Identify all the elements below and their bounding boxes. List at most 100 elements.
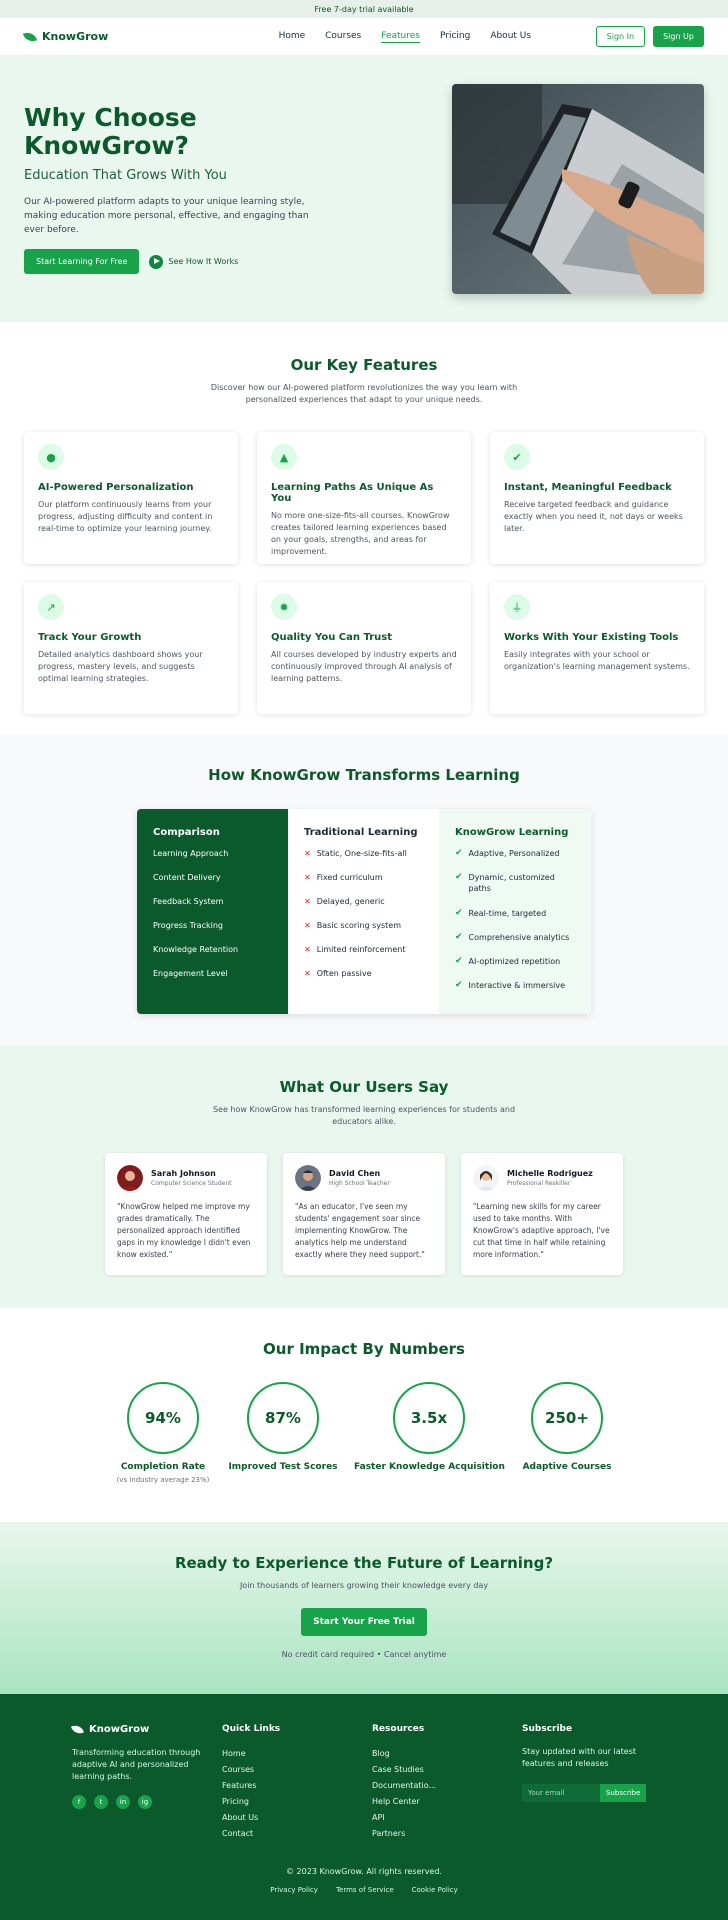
facebook-icon[interactable]: f <box>72 1795 86 1809</box>
knowgrow-cell: Dynamic, customized paths <box>468 873 555 893</box>
brand-logo[interactable]: KnowGrow <box>22 30 174 43</box>
email-input[interactable] <box>522 1784 600 1802</box>
cta-section: Ready to Experience the Future of Learni… <box>0 1522 728 1694</box>
testimonial-card: Michelle Rodriguez Professional Reskille… <box>461 1153 623 1275</box>
brain-icon: ● <box>38 444 64 470</box>
feature-text: Receive targeted feedback and guidance e… <box>504 500 683 533</box>
knowgrow-cell: Adaptive, Personalized <box>468 849 560 858</box>
check-circle-icon: ✔ <box>504 444 530 470</box>
footer-brand-name: KnowGrow <box>89 1724 150 1735</box>
start-learning-button[interactable]: Start Learning For Free <box>24 249 140 274</box>
avatar <box>295 1165 321 1191</box>
hero-title: Why Choose KnowGrow? <box>24 103 197 160</box>
stat-test-scores: 87% Improved Test Scores <box>222 1382 344 1472</box>
stat-label: Adaptive Courses <box>522 1462 612 1472</box>
footer-link-contact[interactable]: Contact <box>222 1826 280 1842</box>
feature-title: Works With Your Existing Tools <box>504 632 679 643</box>
leaf-icon <box>22 30 38 43</box>
footer-subscribe: Subscribe Stay updated with our latest f… <box>522 1724 662 1802</box>
badge-icon: ✹ <box>271 594 297 620</box>
cta-subtitle: Join thousands of learners growing their… <box>239 1581 489 1590</box>
stat-knowledge: 3.5x Faster Knowledge Acquisition <box>354 1382 505 1472</box>
sign-up-button[interactable]: Sign Up <box>653 26 704 47</box>
table-row-label: Knowledge Retention <box>153 945 239 954</box>
privacy-policy-link[interactable]: Privacy Policy <box>270 1886 318 1894</box>
leaf-icon <box>71 1723 84 1736</box>
footer-link-courses[interactable]: Courses <box>222 1762 280 1778</box>
feature-text: Easily integrates with your school or or… <box>504 650 690 671</box>
avatar <box>473 1165 499 1191</box>
traditional-cell: Limited reinforcement <box>316 945 406 954</box>
stat-label: Faster Knowledge Acquisition <box>354 1462 505 1472</box>
traditional-cell: Basic scoring system <box>316 921 402 930</box>
feature-card: ⏚ Works With Your Existing Tools Easily … <box>490 582 704 714</box>
feature-title: Track Your Growth <box>38 632 142 643</box>
feature-title: Instant, Meaningful Feedback <box>504 482 672 493</box>
comparison-table: Comparison Learning Approach Content Del… <box>137 809 591 1014</box>
impact-title: Our Impact By Numbers <box>263 1340 465 1358</box>
feature-text: Our platform continuously learns from yo… <box>38 500 213 533</box>
hero-description: Our AI-powered platform adapts to your u… <box>24 197 309 235</box>
twitter-icon[interactable]: t <box>94 1795 108 1809</box>
testimonial-role: Professional Reskiller <box>507 1180 571 1187</box>
linkedin-icon[interactable]: in <box>116 1795 130 1809</box>
footer-link-blog[interactable]: Blog <box>372 1746 436 1762</box>
stat-value: 87% <box>247 1382 319 1454</box>
subscribe-button[interactable]: Subscribe <box>600 1784 647 1802</box>
testimonial-name: Sarah Johnson <box>151 1169 216 1178</box>
terms-of-service-link[interactable]: Terms of Service <box>336 1886 394 1894</box>
footer-link-features[interactable]: Features <box>222 1778 280 1794</box>
footer-link-partners[interactable]: Partners <box>372 1826 436 1842</box>
nav-link-pricing[interactable]: Pricing <box>440 31 470 43</box>
traditional-cell: Static, One-size-fits-all <box>316 849 407 858</box>
feature-text: All courses developed by industry expert… <box>271 650 457 683</box>
testimonial-role: Computer Science Student <box>151 1180 232 1187</box>
cta-title: Ready to Experience the Future of Learni… <box>174 1554 554 1572</box>
feature-text: Detailed analytics dashboard shows your … <box>38 650 203 683</box>
stat-value: 3.5x <box>393 1382 465 1454</box>
feature-card: ↗ Track Your Growth Detailed analytics d… <box>24 582 238 714</box>
footer-link-home[interactable]: Home <box>222 1746 280 1762</box>
nav-link-home[interactable]: Home <box>279 31 306 43</box>
road-icon: ▲ <box>271 444 297 470</box>
stat-label: Completion Rate <box>120 1462 206 1472</box>
stat-courses: 250+ Adaptive Courses <box>512 1382 622 1472</box>
footer-link-documentation[interactable]: Documentatio... <box>372 1778 436 1794</box>
feature-card: ✹ Quality You Can Trust All courses deve… <box>257 582 471 714</box>
x-icon: ✕ <box>304 873 311 882</box>
nav-link-courses[interactable]: Courses <box>325 31 361 43</box>
nav-link-features[interactable]: Features <box>381 31 420 43</box>
start-free-trial-button[interactable]: Start Your Free Trial <box>301 1608 427 1636</box>
footer-link-help-center[interactable]: Help Center <box>372 1794 436 1810</box>
plug-icon: ⏚ <box>504 594 530 620</box>
see-how-it-works-link[interactable]: See How It Works <box>149 254 238 269</box>
footer-link-api[interactable]: API <box>372 1810 436 1826</box>
nav-links: Home Courses Features Pricing About Us <box>214 31 596 43</box>
footer-logo[interactable]: KnowGrow <box>71 1723 212 1736</box>
cookie-policy-link[interactable]: Cookie Policy <box>412 1886 458 1894</box>
footer-link-pricing[interactable]: Pricing <box>222 1794 280 1810</box>
x-icon: ✕ <box>304 945 311 954</box>
nav-link-about[interactable]: About Us <box>490 31 531 43</box>
sign-in-button[interactable]: Sign In <box>595 26 646 47</box>
feature-text: No more one-size-fits-all courses. KnowG… <box>271 511 450 556</box>
check-icon: ✔ <box>455 956 463 966</box>
instagram-icon[interactable]: ig <box>138 1795 152 1809</box>
check-icon: ✔ <box>455 872 463 882</box>
footer-resources: Resources Blog Case Studies Documentatio… <box>372 1724 436 1842</box>
footer-link-about[interactable]: About Us <box>222 1810 280 1826</box>
traditional-cell: Delayed, generic <box>316 897 385 906</box>
footer-link-case-studies[interactable]: Case Studies <box>372 1762 436 1778</box>
x-icon: ✕ <box>304 921 311 930</box>
traditional-cell: Often passive <box>316 969 372 978</box>
footer: KnowGrow Transforming education through … <box>0 1694 728 1920</box>
check-icon: ✔ <box>455 908 463 918</box>
legal-links: Privacy Policy Terms of Service Cookie P… <box>0 1886 728 1894</box>
knowgrow-cell: Real-time, targeted <box>468 909 547 918</box>
check-icon: ✔ <box>455 848 463 858</box>
testimonials-section: What Our Users Say See how KnowGrow has … <box>0 1046 728 1308</box>
table-row-label: Engagement Level <box>153 969 228 978</box>
stat-value: 250+ <box>531 1382 603 1454</box>
feature-title: Learning Paths As Unique As You <box>271 482 434 504</box>
stat-note: (vs industry average 23%) <box>116 1476 210 1484</box>
